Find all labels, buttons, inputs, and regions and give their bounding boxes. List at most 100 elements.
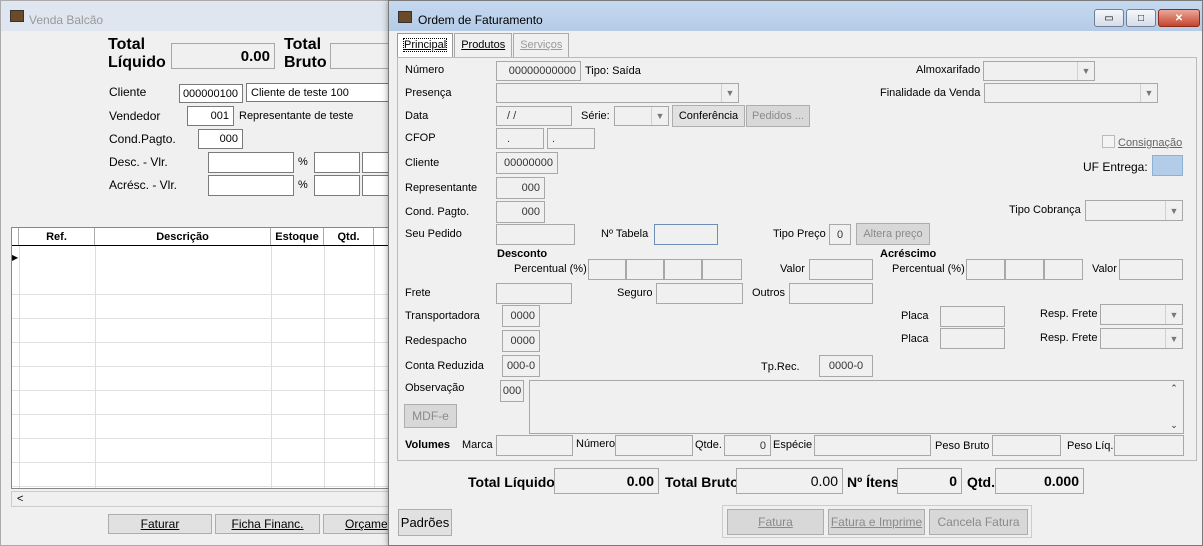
cfop-field-a[interactable]: .	[496, 128, 544, 149]
table-row[interactable]	[12, 295, 388, 319]
tp-rec-field[interactable]: 0000-0	[819, 355, 873, 377]
bg-items-grid[interactable]: Ref. Descrição Estoque Qtd. ▶	[11, 227, 389, 489]
tab-principal[interactable]: Principal	[397, 33, 454, 57]
grid-col-estoque[interactable]: Estoque	[271, 228, 324, 245]
cfop-field-b[interactable]: .	[547, 128, 595, 149]
seguro-field[interactable]	[656, 283, 743, 304]
bg-desc-pct-field[interactable]	[314, 152, 360, 173]
data-field[interactable]: / /	[496, 106, 572, 126]
uf-entrega-field[interactable]	[1152, 155, 1183, 176]
finalidade-select[interactable]: ▼	[984, 83, 1158, 103]
table-row[interactable]	[12, 463, 388, 487]
acrescimo-pct-field-1[interactable]	[966, 259, 1005, 280]
desconto-pct-field-4[interactable]	[702, 259, 742, 280]
observacao-code-field[interactable]: 000	[500, 380, 524, 402]
bg-acresc-pct-field[interactable]	[314, 175, 360, 196]
placa-field-2[interactable]	[940, 328, 1005, 349]
close-icon[interactable]: ✕	[1158, 9, 1200, 27]
bg-total-bruto-label: Total Bruto	[284, 36, 327, 71]
serie-select[interactable]: ▼	[614, 106, 669, 126]
peso-liq-field[interactable]	[1114, 435, 1184, 456]
desconto-pct-field-2[interactable]	[626, 259, 664, 280]
acrescimo-pct-field-3[interactable]	[1044, 259, 1083, 280]
grid-col-qtd[interactable]: Qtd.	[324, 228, 374, 245]
table-row[interactable]	[12, 271, 388, 295]
grid-col-ref[interactable]: Ref.	[19, 228, 95, 245]
consignacao-checkbox[interactable]	[1102, 135, 1115, 148]
bg-vendedor-code[interactable]: 001	[187, 106, 234, 126]
seu-pedido-field[interactable]	[496, 224, 575, 245]
grid-col-descricao[interactable]: Descrição	[95, 228, 271, 245]
bg-desc-field[interactable]	[208, 152, 294, 173]
marca-field[interactable]	[496, 435, 573, 456]
scroll-left-icon[interactable]: <	[17, 493, 23, 505]
frete-field[interactable]	[496, 283, 572, 304]
tipo-preco-field[interactable]: 0	[829, 224, 851, 245]
tab-produtos[interactable]: Produtos	[454, 33, 513, 57]
desconto-pct-field-1[interactable]	[588, 259, 626, 280]
maximize-icon[interactable]: □	[1126, 9, 1156, 27]
table-row[interactable]	[12, 367, 388, 391]
tab-servicos[interactable]: Serviços	[513, 33, 570, 57]
qtde-field[interactable]: 0	[724, 435, 771, 456]
placa-field-1[interactable]	[940, 306, 1005, 327]
bg-acresc-pct: %	[298, 179, 308, 191]
tipo-cobranca-select[interactable]: ▼	[1085, 200, 1183, 221]
condpagto-field[interactable]: 000	[496, 201, 545, 223]
bg-acresc-field[interactable]	[208, 175, 294, 196]
faturar-button[interactable]: Faturar	[108, 514, 212, 534]
conferencia-button[interactable]: Conferência	[672, 105, 745, 127]
pedidos-button[interactable]: Pedidos ...	[746, 105, 810, 127]
bg-cliente-label: Cliente	[109, 85, 147, 99]
volumes-numero-field[interactable]	[615, 435, 693, 456]
scroll-down-icon[interactable]: ⌄	[1170, 420, 1178, 431]
table-row[interactable]	[12, 439, 388, 463]
n-tabela-field[interactable]	[654, 224, 718, 245]
numero-field[interactable]: 00000000000	[496, 61, 581, 81]
conta-reduzida-field[interactable]: 000-0	[502, 355, 540, 377]
table-row[interactable]	[12, 319, 388, 343]
acrescimo-valor-field[interactable]	[1119, 259, 1183, 280]
numero-label: Número	[405, 64, 445, 76]
total-liquido-label: Total Líquido	[468, 474, 555, 490]
bg-hscrollbar[interactable]: <	[11, 491, 389, 507]
bg-vendedor-name: Representante de teste	[239, 110, 354, 122]
representante-field[interactable]: 000	[496, 177, 545, 199]
especie-field[interactable]	[814, 435, 931, 456]
scroll-up-icon[interactable]: ⌃	[1170, 383, 1178, 394]
desconto-pct-field-3[interactable]	[664, 259, 702, 280]
observacao-textarea[interactable]: ⌃ ⌄	[529, 380, 1184, 434]
cancela-fatura-button[interactable]: Cancela Fatura	[929, 509, 1028, 535]
finalidade-label: Finalidade da Venda	[880, 87, 981, 99]
minimize-icon[interactable]: ▭	[1094, 9, 1124, 27]
fatura-imprime-button[interactable]: Fatura e Imprime	[828, 509, 925, 535]
bg-cliente-code[interactable]: 000000100	[179, 84, 243, 103]
outros-field[interactable]	[789, 283, 873, 304]
altera-preco-button[interactable]: Altera preço	[856, 223, 930, 245]
redespacho-field[interactable]: 0000	[502, 330, 540, 352]
mdfe-button[interactable]: MDF-e	[404, 404, 457, 428]
fatura-button[interactable]: Fatura	[727, 509, 824, 535]
table-row[interactable]	[12, 343, 388, 367]
transportadora-field[interactable]: 0000	[502, 305, 540, 327]
acrescimo-pct-field-2[interactable]	[1005, 259, 1044, 280]
table-row[interactable]	[12, 415, 388, 439]
venda-balcao-window: Venda Balcão Total Líquido 0.00 Total Br…	[0, 0, 401, 546]
almoxarifado-select[interactable]: ▼	[983, 61, 1095, 81]
padroes-button[interactable]: Padrões	[398, 509, 452, 536]
observacao-scrollbar[interactable]: ⌃ ⌄	[1166, 381, 1182, 433]
ordem-faturamento-titlebar[interactable]: Ordem de Faturamento ▭ □ ✕	[389, 1, 1202, 31]
resp-frete-select-2[interactable]: ▼	[1100, 328, 1183, 349]
resp-frete-select-1[interactable]: ▼	[1100, 304, 1183, 325]
desconto-valor-field[interactable]	[809, 259, 873, 280]
cliente-field[interactable]: 00000000	[496, 152, 558, 174]
peso-liq-label: Peso Líq.	[1067, 440, 1114, 452]
almoxarifado-label: Almoxarifado	[916, 64, 981, 76]
orcamento-button[interactable]: Orçame	[323, 514, 393, 534]
bg-condpagto-code[interactable]: 000	[198, 129, 243, 149]
ficha-financ-button[interactable]: Ficha Financ.	[215, 514, 320, 534]
presenca-select[interactable]: ▼	[496, 83, 739, 103]
outros-label: Outros	[752, 287, 786, 299]
table-row[interactable]	[12, 391, 388, 415]
peso-bruto-field[interactable]	[992, 435, 1061, 456]
